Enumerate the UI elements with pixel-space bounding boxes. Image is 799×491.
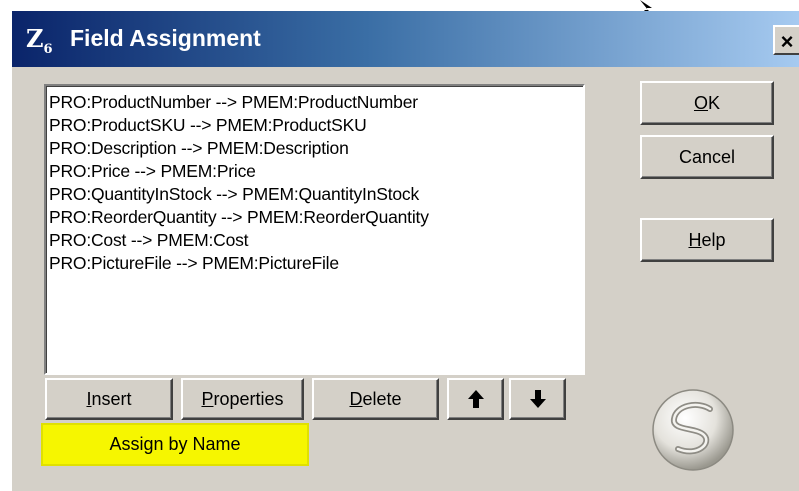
window-title: Field Assignment: [70, 25, 261, 51]
list-item[interactable]: PRO:ProductSKU --> PMEM:ProductSKU: [49, 114, 583, 137]
arrow-down-icon: [529, 390, 546, 408]
list-item[interactable]: PRO:ProductNumber --> PMEM:ProductNumber: [49, 91, 583, 114]
ok-button[interactable]: OK: [640, 81, 774, 125]
app-z6-icon[interactable]: Z6: [26, 25, 60, 57]
cancel-button-label: Cancel: [678, 146, 736, 167]
delete-button-label: Delete: [349, 388, 402, 409]
field-assignment-dialog: Z6 Field Assignment × PRO:ProductNumber …: [0, 0, 799, 491]
insert-button[interactable]: Insert: [45, 378, 173, 420]
list-item[interactable]: PRO:QuantityInStock --> PMEM:QuantityInS…: [49, 183, 583, 206]
list-item[interactable]: PRO:Description --> PMEM:Description: [49, 137, 583, 160]
list-item[interactable]: PRO:PictureFile --> PMEM:PictureFile: [49, 252, 583, 275]
properties-button[interactable]: Properties: [181, 378, 304, 420]
help-button[interactable]: Help: [640, 218, 774, 262]
move-down-button[interactable]: [509, 378, 566, 420]
close-icon: ×: [780, 29, 794, 54]
softvelocity-s-logo-icon: [652, 389, 734, 471]
list-item[interactable]: PRO:Price --> PMEM:Price: [49, 160, 583, 183]
move-up-button[interactable]: [447, 378, 504, 420]
close-button[interactable]: ×: [773, 25, 799, 55]
arrow-up-icon: [467, 390, 484, 408]
delete-button[interactable]: Delete: [312, 378, 439, 420]
help-button-label: Help: [688, 229, 726, 250]
cancel-button[interactable]: Cancel: [640, 135, 774, 179]
assign-by-name-button[interactable]: Assign by Name: [41, 423, 309, 466]
assign-by-name-label: Assign by Name: [109, 434, 241, 454]
insert-button-label: Insert: [86, 388, 132, 409]
properties-button-label: Properties: [201, 388, 284, 409]
ok-button-label: OK: [693, 92, 721, 113]
dialog-body: PRO:ProductNumber --> PMEM:ProductNumber…: [12, 67, 799, 491]
field-assignment-list[interactable]: PRO:ProductNumber --> PMEM:ProductNumber…: [44, 84, 585, 375]
list-item[interactable]: PRO:Cost --> PMEM:Cost: [49, 229, 583, 252]
title-bar[interactable]: Z6 Field Assignment ×: [12, 11, 799, 67]
list-item[interactable]: PRO:ReorderQuantity --> PMEM:ReorderQuan…: [49, 206, 583, 229]
